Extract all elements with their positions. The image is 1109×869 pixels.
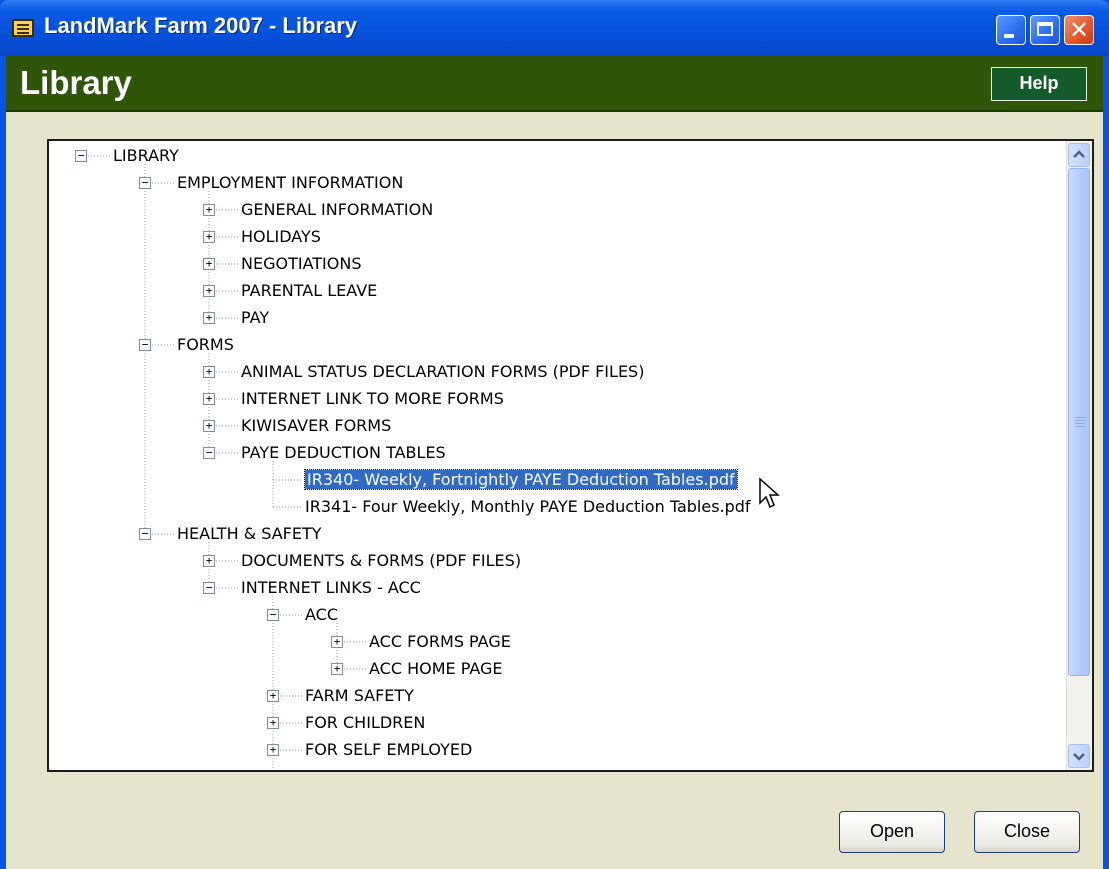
- tree-node[interactable]: PARENTAL LEAVE: [241, 279, 377, 303]
- tree-node-label: INTERNET LINKS - ACC: [241, 578, 421, 597]
- expand-icon[interactable]: +: [203, 285, 215, 297]
- tree-node[interactable]: EMPLOYMENT INFORMATION: [177, 171, 403, 195]
- tree-node-label: FORMS: [177, 335, 234, 354]
- tree-node[interactable]: HOLIDAYS: [241, 225, 321, 249]
- tree-node[interactable]: FORMS: [177, 333, 234, 357]
- tree-node-label: HOLIDAYS: [241, 227, 321, 246]
- tree-node-label: ACC: [305, 605, 339, 624]
- tree-node[interactable]: INTERNET LINK TO MORE FORMS: [241, 387, 504, 411]
- tree-node[interactable]: GENERAL INFORMATION: [305, 765, 497, 770]
- tree-node-label: ACC FORMS PAGE: [369, 632, 511, 651]
- expand-icon[interactable]: +: [203, 312, 215, 324]
- thumb-grip-line: [1075, 417, 1085, 418]
- page-title: Library: [20, 64, 132, 101]
- maximize-icon: [1037, 22, 1053, 36]
- client-area: Library Help − LIBRARY − EMPLOYMENT INFORMA…: [6, 56, 1103, 869]
- thumb-grip-line: [1075, 420, 1085, 421]
- help-button[interactable]: Help: [991, 67, 1087, 101]
- collapse-icon[interactable]: −: [75, 150, 87, 162]
- tree-node[interactable]: IR340- Weekly, Fortnightly PAYE Deductio…: [304, 468, 738, 492]
- collapse-icon[interactable]: −: [203, 582, 215, 594]
- vertical-scrollbar[interactable]: [1066, 141, 1092, 770]
- tree-node[interactable]: ACC HOME PAGE: [369, 657, 503, 681]
- tree-node-label: HEALTH & SAFETY: [177, 524, 322, 543]
- tree-node-label: PAY: [241, 308, 270, 327]
- expand-icon[interactable]: +: [267, 717, 279, 729]
- collapse-icon[interactable]: −: [139, 339, 151, 351]
- tree-node-label: NEGOTIATIONS: [241, 254, 362, 273]
- close-button[interactable]: Close: [974, 811, 1080, 853]
- expand-icon[interactable]: +: [203, 393, 215, 405]
- tree-node[interactable]: FARM SAFETY: [305, 684, 414, 708]
- tree-node[interactable]: PAYE DEDUCTION TABLES: [241, 441, 446, 465]
- tree-node[interactable]: DOCUMENTS & FORMS (PDF FILES): [241, 549, 521, 573]
- tree-node-label: GENERAL INFORMATION: [241, 200, 434, 219]
- collapse-icon[interactable]: −: [267, 609, 279, 621]
- expand-icon[interactable]: +: [267, 771, 279, 772]
- tree-node-label: LIBRARY: [113, 146, 179, 165]
- tree-node-label: KIWISAVER FORMS: [241, 416, 392, 435]
- expand-icon[interactable]: +: [203, 204, 215, 216]
- tree-node-label: IR340- Weekly, Fortnightly PAYE Deductio…: [304, 469, 738, 490]
- expand-icon[interactable]: +: [203, 231, 215, 243]
- tree-node[interactable]: LIBRARY: [113, 144, 179, 168]
- thumb-grip-line: [1075, 423, 1085, 424]
- collapse-icon[interactable]: −: [203, 447, 215, 459]
- tree-node[interactable]: NEGOTIATIONS: [241, 252, 361, 276]
- tree-node[interactable]: KIWISAVER FORMS: [241, 414, 391, 438]
- expand-icon[interactable]: +: [267, 690, 279, 702]
- library-tree[interactable]: − LIBRARY − EMPLOYMENT INFORMATION + GENERAL …: [47, 139, 1094, 772]
- minimize-icon: [1004, 34, 1014, 38]
- application-window: LandMark Farm 2007 - Library ✕ Library H…: [0, 0, 1109, 869]
- expand-icon[interactable]: +: [331, 636, 343, 648]
- tree-node[interactable]: ANIMAL STATUS DECLARATION FORMS (PDF FIL…: [241, 360, 644, 384]
- open-button[interactable]: Open: [839, 811, 945, 853]
- expand-icon[interactable]: +: [203, 366, 215, 378]
- tree-node-label: PARENTAL LEAVE: [241, 281, 378, 300]
- tree-node[interactable]: IR341- Four Weekly, Monthly PAYE Deducti…: [305, 495, 751, 519]
- expand-icon[interactable]: +: [203, 555, 215, 567]
- thumb-grip-line: [1075, 426, 1085, 427]
- chevron-down-icon: [1073, 753, 1085, 761]
- maximize-button[interactable]: [1030, 15, 1060, 45]
- collapse-icon[interactable]: −: [139, 528, 151, 540]
- tree-node[interactable]: INTERNET LINKS - ACC: [241, 576, 421, 600]
- tree-node[interactable]: ACC: [305, 603, 338, 627]
- tree-node-label: FOR SELF EMPLOYED: [305, 740, 473, 759]
- minimize-button[interactable]: [996, 15, 1026, 45]
- window-title: LandMark Farm 2007 - Library: [44, 13, 358, 38]
- tree-node-label: FARM SAFETY: [305, 686, 414, 705]
- scroll-up-button[interactable]: [1068, 143, 1090, 167]
- tree-node[interactable]: FOR CHILDREN: [305, 711, 425, 735]
- tree-node[interactable]: HEALTH & SAFETY: [177, 522, 322, 546]
- tree-node[interactable]: PAY: [241, 306, 269, 330]
- expand-icon[interactable]: +: [203, 258, 215, 270]
- expand-icon[interactable]: +: [267, 744, 279, 756]
- tree-node-label: INTERNET LINK TO MORE FORMS: [241, 389, 504, 408]
- tree-node-label: ANIMAL STATUS DECLARATION FORMS (PDF FIL…: [241, 362, 645, 381]
- tree-node[interactable]: GENERAL INFORMATION: [241, 198, 433, 222]
- app-icon: [12, 19, 34, 37]
- tree-node[interactable]: ACC FORMS PAGE: [369, 630, 511, 654]
- expand-icon[interactable]: +: [203, 420, 215, 432]
- mouse-pointer-icon: [759, 477, 780, 509]
- scroll-down-button[interactable]: [1068, 744, 1090, 768]
- tree-connector-lines: [88, 155, 367, 770]
- chevron-up-icon: [1073, 150, 1085, 158]
- tree-node-label: DOCUMENTS & FORMS (PDF FILES): [241, 551, 522, 570]
- close-icon: ✕: [1068, 16, 1090, 44]
- tree-node-label: ACC HOME PAGE: [369, 659, 503, 678]
- close-window-button[interactable]: ✕: [1064, 15, 1094, 45]
- tree-node-label: FOR CHILDREN: [305, 713, 426, 732]
- tree-node-label: PAYE DEDUCTION TABLES: [241, 443, 446, 462]
- header-band: Library Help: [6, 56, 1103, 112]
- tree-node-label: EMPLOYMENT INFORMATION: [177, 173, 404, 192]
- tree-node[interactable]: FOR SELF EMPLOYED: [305, 738, 472, 762]
- scroll-thumb[interactable]: [1068, 168, 1090, 676]
- expand-icon[interactable]: +: [331, 663, 343, 675]
- tree-node-label: IR341- Four Weekly, Monthly PAYE Deducti…: [305, 497, 751, 516]
- title-bar[interactable]: LandMark Farm 2007 - Library ✕: [0, 0, 1109, 56]
- collapse-icon[interactable]: −: [139, 177, 151, 189]
- tree-node-label: GENERAL INFORMATION: [305, 767, 497, 770]
